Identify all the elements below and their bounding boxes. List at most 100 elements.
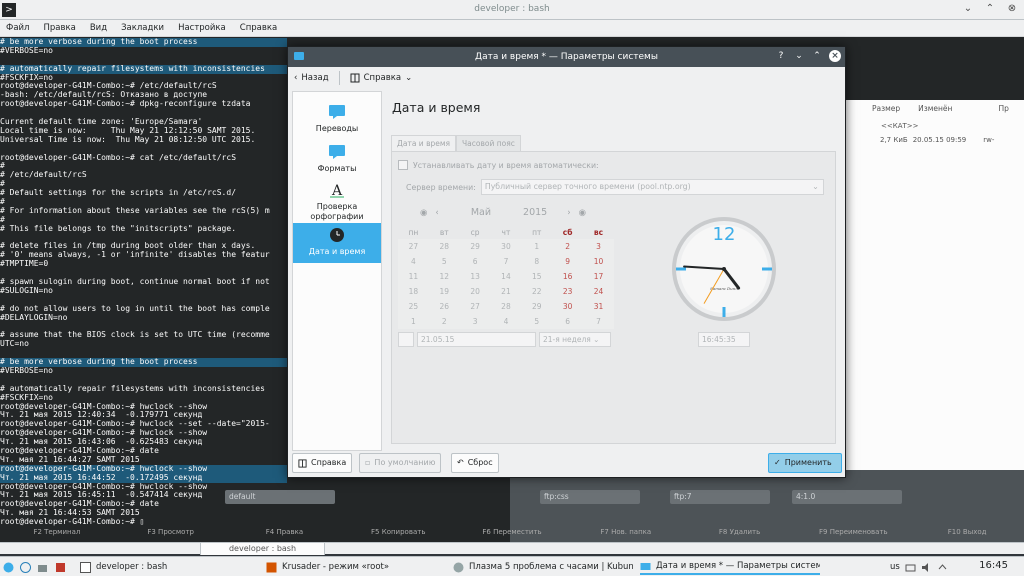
calendar-day[interactable]: 6 <box>552 314 584 329</box>
calendar-day[interactable]: 6 <box>459 254 491 269</box>
calendar-day[interactable]: 28 <box>428 239 460 254</box>
start-menu-button[interactable] <box>3 559 14 575</box>
calendar-day[interactable]: 7 <box>583 314 614 329</box>
fkey-f4[interactable]: F4 Правка <box>228 528 342 540</box>
fkey-f6[interactable]: F6 Переместить <box>455 528 569 540</box>
calendar-day[interactable]: 23 <box>552 284 584 299</box>
calendar-day[interactable]: 1 <box>398 314 429 329</box>
calendar-day[interactable]: 25 <box>398 299 429 314</box>
launcher-1[interactable] <box>20 559 31 575</box>
menu-view[interactable]: Вид <box>90 23 107 33</box>
calendar-day[interactable]: 15 <box>521 269 553 284</box>
calendar-day[interactable]: 27 <box>398 239 429 254</box>
calendar-day[interactable]: 12 <box>428 269 460 284</box>
launcher-2[interactable] <box>37 559 48 575</box>
calendar-day[interactable]: 2 <box>428 314 460 329</box>
maximize-icon[interactable]: ⌃ <box>984 3 996 14</box>
calendar-day[interactable]: 5 <box>521 314 553 329</box>
calendar-day[interactable]: 21 <box>490 284 522 299</box>
next-year-icon[interactable]: ◉ <box>579 208 586 218</box>
sidebar-item-datetime[interactable]: Дата и время <box>293 223 381 263</box>
minimize-icon[interactable]: ⌄ <box>793 50 805 62</box>
sidebar-item-spellcheck[interactable]: A Проверка орфографии <box>293 178 381 226</box>
calendar-day[interactable]: 19 <box>428 284 460 299</box>
calendar-day[interactable]: 5 <box>428 254 460 269</box>
maximize-icon[interactable]: ⌃ <box>811 50 823 62</box>
col-perm[interactable]: Пр <box>998 104 1008 116</box>
calendar-day[interactable]: 3 <box>583 239 614 254</box>
calendar-day[interactable]: 13 <box>459 269 491 284</box>
fkey-f3[interactable]: F3 Просмотр <box>114 528 228 540</box>
close-icon[interactable]: ⊗ <box>1006 3 1018 14</box>
calendar-day[interactable]: 18 <box>398 284 429 299</box>
calendar-day[interactable]: 30 <box>490 239 522 254</box>
month-label[interactable]: Май <box>471 207 491 218</box>
taskbar-item-krusader[interactable]: Krusader - режим «root» <box>266 559 446 575</box>
prev-year-icon[interactable]: ◉ <box>420 208 427 218</box>
menu-bookmarks[interactable]: Закладки <box>121 23 164 33</box>
week-select[interactable]: 21-я неделя ⌄ <box>539 332 611 347</box>
fkey-f10[interactable]: F10 Выход <box>910 528 1024 540</box>
menu-settings[interactable]: Настройка <box>178 23 226 33</box>
file-row[interactable]: 2,7 КиБ 20.05.15 09:59 rw- <box>845 136 1024 147</box>
calendar-day[interactable]: 3 <box>459 314 491 329</box>
help-button[interactable]: Справка <box>292 453 353 473</box>
calendar-day[interactable]: 26 <box>428 299 460 314</box>
date-input[interactable]: 21.05.15 <box>417 332 536 347</box>
dir-row[interactable]: <<КАТ>> <box>881 122 919 130</box>
calendar-day[interactable]: 22 <box>521 284 553 299</box>
col-modified[interactable]: Изменён <box>918 104 952 116</box>
bg-input-default[interactable]: default <box>225 490 335 504</box>
sidebar-item-translations[interactable]: Переводы <box>293 100 381 140</box>
fkey-f2[interactable]: F2 Терминал <box>0 528 114 540</box>
menu-edit[interactable]: Правка <box>43 23 75 33</box>
menu-help[interactable]: Справка <box>240 23 277 33</box>
terminal-tab[interactable]: developer : bash <box>200 543 325 555</box>
close-icon[interactable]: × <box>829 50 841 62</box>
bg-input-2[interactable]: ftp:css <box>540 490 640 504</box>
calendar-day[interactable]: 17 <box>583 269 614 284</box>
calendar-day[interactable]: 29 <box>521 299 553 314</box>
col-size[interactable]: Размер <box>872 104 900 116</box>
taskbar-item-terminal[interactable]: developer : bash <box>80 559 260 575</box>
fkey-f8[interactable]: F8 Удалить <box>683 528 797 540</box>
back-button[interactable]: ‹ Назад <box>288 69 335 87</box>
taskbar-item-settings[interactable]: Дата и время * — Параметры системы <box>640 559 820 575</box>
taskbar-item-browser[interactable]: Плазма 5 проблема с часами | Kubuntu... <box>453 559 633 575</box>
calendar-day[interactable]: 28 <box>490 299 522 314</box>
sidebar-item-formats[interactable]: Форматы <box>293 140 381 180</box>
auto-time-checkbox[interactable] <box>398 160 408 170</box>
reset-button[interactable]: ↶ Сброс <box>451 453 499 473</box>
defaults-button[interactable]: ▫ По умолчанию <box>359 453 442 473</box>
calendar-day[interactable]: 2 <box>552 239 584 254</box>
prev-month-icon[interactable]: ‹ <box>435 208 438 218</box>
calendar-day[interactable]: 31 <box>583 299 614 314</box>
calendar-day[interactable]: 29 <box>459 239 491 254</box>
apply-button[interactable]: ✓ Применить <box>768 453 842 473</box>
menu-file[interactable]: Файл <box>6 23 29 33</box>
keyboard-layout[interactable]: us <box>890 559 948 575</box>
calendar-day[interactable]: 9 <box>552 254 584 269</box>
tab-timezone[interactable]: Часовой пояс <box>456 135 521 151</box>
calendar-day[interactable]: 4 <box>398 254 429 269</box>
calendar-day[interactable]: 7 <box>490 254 522 269</box>
fkey-f7[interactable]: F7 Нов. папка <box>569 528 683 540</box>
help-menu-button[interactable]: Справка ⌄ <box>344 69 419 87</box>
help-icon[interactable]: ? <box>775 50 787 62</box>
terminal-output[interactable]: # be more verbose during the boot proces… <box>0 38 287 527</box>
calendar-day[interactable]: 16 <box>552 269 584 284</box>
calendar-day[interactable]: 27 <box>459 299 491 314</box>
calendar-icon[interactable] <box>398 332 414 347</box>
time-server-select[interactable]: Публичный сервер точного времени (pool.n… <box>480 179 824 195</box>
fkey-f5[interactable]: F5 Копировать <box>341 528 455 540</box>
taskbar-clock[interactable]: 16:45 <box>979 560 1008 571</box>
time-input[interactable]: 16:45:35 <box>698 332 750 347</box>
next-month-icon[interactable]: › <box>567 208 570 218</box>
calendar-day[interactable]: 10 <box>583 254 614 269</box>
tab-datetime[interactable]: Дата и время <box>391 135 457 151</box>
calendar-day[interactable]: 30 <box>552 299 584 314</box>
calendar-day[interactable]: 11 <box>398 269 429 284</box>
calendar-day[interactable]: 20 <box>459 284 491 299</box>
fkey-f9[interactable]: F9 Переименовать <box>796 528 910 540</box>
calendar-day[interactable]: 4 <box>490 314 522 329</box>
